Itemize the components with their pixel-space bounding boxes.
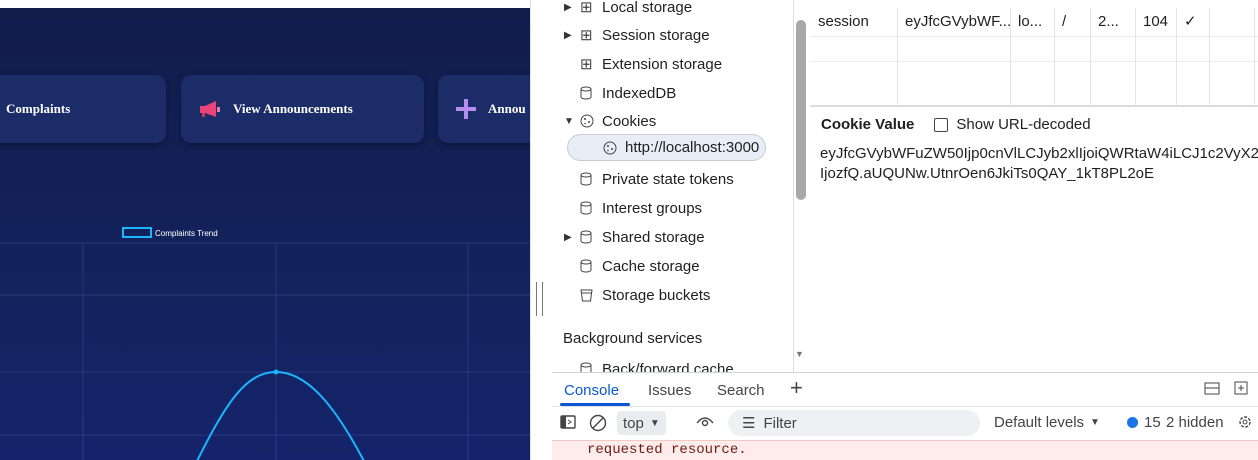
tree-item-cookies[interactable]: ▼ Cookies [564, 108, 656, 134]
clear-console-icon[interactable] [589, 414, 607, 432]
collapse-arrow-icon[interactable]: ▼ [564, 116, 580, 127]
live-expression-eye-icon[interactable] [696, 414, 714, 428]
tree-item-session-storage[interactable]: ▶ ⊞ Session storage [564, 22, 710, 48]
database-icon [580, 172, 602, 186]
console-settings-gear-icon[interactable] [1237, 414, 1253, 430]
data-point [273, 369, 279, 375]
cookie-name-cell: session [818, 13, 869, 30]
database-icon [580, 259, 602, 273]
tree-item-storage-buckets[interactable]: Storage buckets [580, 282, 710, 308]
tree-item-interest-groups[interactable]: Interest groups [580, 195, 702, 221]
tree-item-cache-storage[interactable]: Cache storage [580, 253, 700, 279]
cookie-path-cell: / [1062, 13, 1067, 30]
issues-counter[interactable]: 15 [1127, 414, 1161, 431]
tree-scrollbar-thumb[interactable] [796, 20, 806, 200]
tree-item-cookie-origin[interactable]: http://localhost:3000 [567, 134, 767, 161]
cookie-icon [580, 114, 602, 128]
console-toolbar: top ▼ ☰ Filter Default levels ▼ 15 2 hid… [552, 406, 1258, 440]
legend-swatch [122, 227, 152, 238]
tree-item-indexeddb[interactable]: IndexedDB [580, 80, 676, 106]
scroll-down-arrow-icon[interactable]: ▼ [795, 349, 804, 359]
console-drawer: Console Issues Search + top ▼ ☰ Filter D… [552, 372, 1258, 460]
chart-grid [0, 242, 530, 460]
bucket-icon [580, 288, 602, 302]
database-icon [580, 201, 602, 215]
show-url-decoded-label[interactable]: Show URL-decoded [956, 116, 1090, 133]
context-select[interactable]: top ▼ [617, 411, 666, 435]
cookie-value-text[interactable]: eyJfcGVybWFuZW50Ijp0cnVlLCJyb2xlIjoiQWRt… [820, 144, 1258, 184]
complaints-trend-chart: Complaints Trend [0, 165, 530, 460]
cookie-expires-cell: 2... [1098, 13, 1119, 30]
log-levels-dropdown[interactable]: Default levels ▼ [994, 414, 1100, 431]
tab-console[interactable]: Console [564, 382, 619, 399]
legend-label: Complaints Trend [155, 229, 218, 238]
tree-item-back-forward-cache[interactable]: Back/forward cache [580, 356, 734, 372]
dock-icon[interactable] [1204, 380, 1220, 400]
tab-search[interactable]: Search [717, 382, 765, 399]
chevron-down-icon: ▼ [1090, 417, 1100, 428]
hidden-count: 2 hidden [1166, 414, 1224, 431]
plus-icon [456, 99, 476, 119]
cookie-httponly-cell: ✓ [1184, 13, 1197, 30]
tree-item-private-state-tokens[interactable]: Private state tokens [580, 166, 734, 192]
grid-icon: ⊞ [580, 0, 593, 16]
grid-icon: ⊞ [580, 27, 593, 44]
tree-item-shared-storage[interactable]: ▶ Shared storage [564, 224, 705, 250]
nav-card-announce[interactable]: Annou [438, 75, 530, 143]
tree-item-extension-storage[interactable]: ⊞ Extension storage [580, 51, 722, 77]
issue-badge-icon [1127, 417, 1138, 428]
storage-tree: ▶ ⊞ Local storage ▶ ⊞ Session storage ⊞ … [552, 0, 794, 372]
nav-card-label: View Announcements [233, 101, 353, 116]
expand-arrow-icon[interactable]: ▶ [564, 232, 580, 243]
cookie-value-header: Cookie Value Show URL-decoded [821, 116, 1091, 133]
drag-handle-icon[interactable] [536, 282, 543, 316]
filter-input[interactable]: ☰ Filter [728, 410, 980, 436]
web-app-viewport: Complaints View Announcements Annou Comp… [0, 0, 530, 460]
grid-icon: ⊞ [580, 56, 593, 73]
database-icon [580, 230, 602, 244]
panel-divider[interactable] [530, 0, 552, 460]
database-icon [580, 86, 602, 100]
add-tab-plus-icon[interactable]: + [790, 375, 803, 401]
cookie-size-cell: 104 [1143, 13, 1169, 30]
console-error-message: requested resource. [552, 440, 1258, 460]
megaphone-icon [199, 100, 221, 118]
cookie-domain-cell: lo... [1018, 13, 1043, 30]
cookie-value-title: Cookie Value [821, 116, 915, 133]
nav-card-label: Annou [488, 101, 526, 116]
sidebar-toggle-icon[interactable] [560, 414, 576, 430]
cookie-value-cell: eyJfcGVybWF... [905, 13, 1010, 30]
cookie-icon [603, 141, 625, 155]
drawer-tab-bar: Console Issues Search + [552, 373, 1258, 406]
nav-card-label: Complaints [6, 101, 71, 116]
nav-card-complaints[interactable]: Complaints [0, 75, 166, 143]
expand-arrow-icon[interactable]: ▶ [564, 30, 580, 41]
nav-card-view-announcements[interactable]: View Announcements [181, 75, 424, 143]
tab-issues[interactable]: Issues [648, 382, 691, 399]
table-row[interactable]: session eyJfcGVybWF... lo... / 2... 104 … [810, 8, 1258, 36]
database-icon [580, 362, 602, 372]
series-line-complaints-trend [196, 370, 365, 460]
expand-arrow-icon[interactable]: ▶ [564, 2, 580, 13]
show-url-decoded-checkbox[interactable] [934, 117, 949, 132]
close-drawer-icon[interactable] [1234, 380, 1248, 400]
section-heading-background-services: Background services [563, 330, 703, 347]
top-strip [0, 0, 530, 8]
tree-item-local-storage[interactable]: ▶ ⊞ Local storage [564, 0, 692, 20]
filter-icon: ☰ [742, 415, 756, 432]
cookie-value-panel: Cookie Value Show URL-decoded eyJfcGVybW… [810, 106, 1258, 372]
cookie-table: session eyJfcGVybWF... lo... / 2... 104 … [810, 8, 1258, 106]
chevron-down-icon: ▼ [649, 417, 660, 429]
